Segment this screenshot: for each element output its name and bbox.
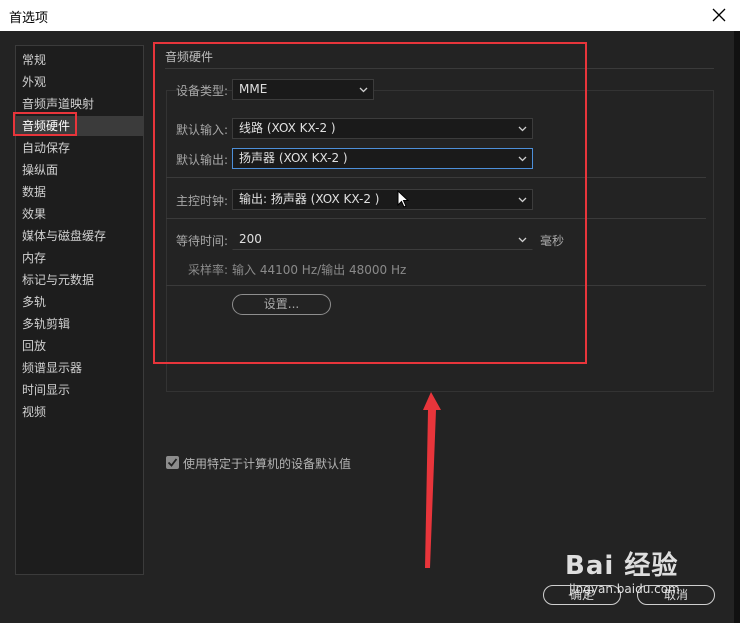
panel-title: 音频硬件 [165, 50, 214, 64]
default-output-label: 默认输出: [176, 153, 229, 167]
sidebar-item-general[interactable]: 常规 [16, 50, 144, 70]
sidebar-item-time-display[interactable]: 时间显示 [16, 380, 144, 400]
sample-rate-value: 输入 44100 Hz/输出 48000 Hz [232, 263, 407, 277]
default-output-value: 扬声器 (XOX KX-2 ) [239, 151, 348, 165]
sidebar-item-playback[interactable]: 回放 [16, 336, 144, 356]
title-bar: 首选项 [0, 0, 740, 31]
window-title: 首选项 [9, 11, 49, 26]
device-type-value: MME [239, 82, 268, 96]
settings-button[interactable]: 设置... [232, 294, 331, 315]
sidebar-item-memory[interactable]: 内存 [16, 248, 144, 268]
master-clock-label: 主控时钟: [176, 194, 229, 208]
sidebar-item-markers-metadata[interactable]: 标记与元数据 [16, 270, 144, 290]
sidebar-item-effects[interactable]: 效果 [16, 204, 144, 224]
section-divider [166, 177, 706, 178]
preferences-dialog: 首选项 常规 外观 音频声道映射 音频硬件 自动保存 操纵面 数据 效果 媒体与… [0, 0, 740, 623]
chevron-down-icon [359, 87, 368, 93]
chevron-down-icon [518, 126, 527, 132]
section-divider [166, 218, 706, 219]
sidebar-item-media-cache[interactable]: 媒体与磁盘缓存 [16, 226, 144, 246]
chevron-down-icon [518, 237, 527, 243]
checkmark-icon [167, 458, 178, 467]
sidebar-item-multitrack[interactable]: 多轨 [16, 292, 144, 312]
default-output-select[interactable]: 扬声器 (XOX KX-2 ) [232, 148, 533, 169]
baidu-jingyan-watermark: Bai 经验 jingyan.baidu.com [565, 545, 680, 596]
master-clock-select[interactable]: 输出: 扬声器 (XOX KX-2 ) [232, 189, 533, 210]
window-edge [734, 31, 740, 623]
default-input-label: 默认输入: [176, 123, 229, 137]
title-divider [165, 68, 714, 69]
chevron-down-icon [518, 197, 527, 203]
sidebar-item-spectral-display[interactable]: 频谱显示器 [16, 358, 144, 378]
sample-rate-label: 采样率: [188, 263, 229, 277]
sidebar-item-multitrack-clips[interactable]: 多轨剪辑 [16, 314, 144, 334]
watermark-text: Bai 经验 [565, 551, 679, 581]
watermark-url: jingyan.baidu.com [569, 582, 680, 596]
device-type-select[interactable]: MME [232, 79, 374, 100]
close-icon[interactable] [708, 4, 730, 26]
sidebar-item-video[interactable]: 视频 [16, 402, 144, 422]
sidebar-item-control-surface[interactable]: 操纵面 [16, 160, 144, 180]
sidebar-item-audio-channel-mapping[interactable]: 音频声道映射 [16, 94, 144, 114]
sidebar-item-data[interactable]: 数据 [16, 182, 144, 202]
device-type-label: 设备类型: [176, 84, 229, 98]
master-clock-value: 输出: 扬声器 (XOX KX-2 ) [239, 192, 380, 206]
default-input-select[interactable]: 线路 (XOX KX-2 ) [232, 118, 533, 139]
mouse-cursor-icon [397, 190, 410, 208]
sidebar-item-appearance[interactable]: 外观 [16, 72, 144, 92]
latency-value: 200 [239, 232, 262, 246]
section-divider [166, 285, 706, 286]
latency-select[interactable]: 200 [232, 229, 533, 250]
sidebar-item-audio-hardware[interactable]: 音频硬件 [16, 116, 144, 136]
latency-unit: 毫秒 [540, 234, 565, 248]
latency-label: 等待时间: [176, 234, 229, 248]
chevron-down-icon [518, 156, 527, 162]
category-list: 常规 外观 音频声道映射 音频硬件 自动保存 操纵面 数据 效果 媒体与磁盘缓存… [15, 45, 144, 575]
default-input-value: 线路 (XOX KX-2 ) [239, 121, 336, 135]
annotation-arrow-icon [423, 392, 441, 568]
device-defaults-checkbox[interactable] [166, 456, 179, 469]
sidebar-item-auto-save[interactable]: 自动保存 [16, 138, 144, 158]
device-defaults-label: 使用特定于计算机的设备默认值 [183, 457, 352, 471]
